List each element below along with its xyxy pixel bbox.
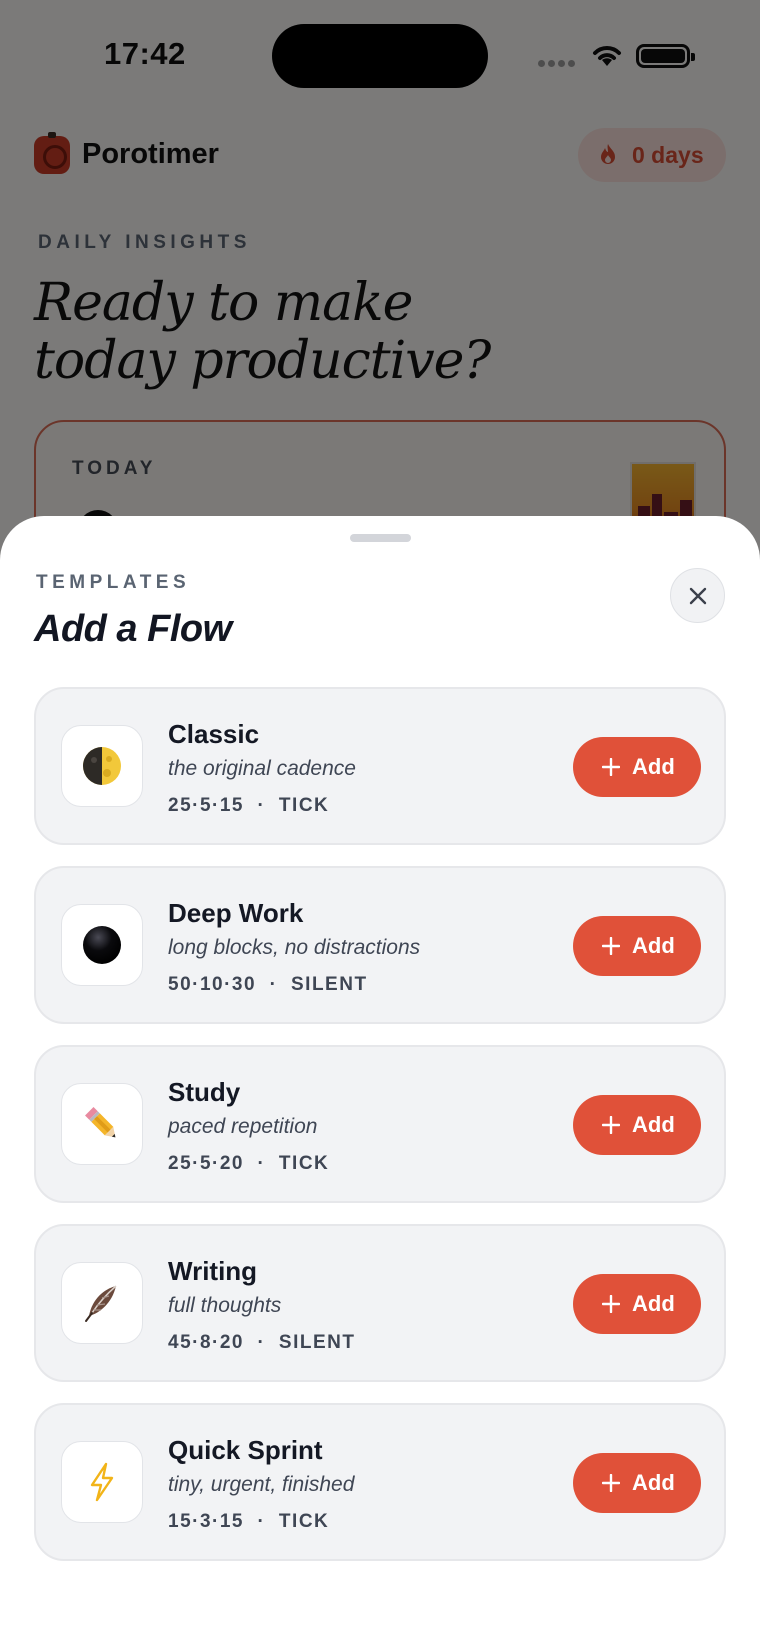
sheet-eyebrow: TEMPLATES	[36, 572, 191, 593]
template-name: Writing	[168, 1256, 258, 1286]
template-meta: 50·10·30 · SILENT	[168, 974, 368, 995]
template-card-classic[interactable]: Classic the original cadence 25·5·15 · T…	[34, 687, 726, 845]
add-button-label: Add	[632, 1470, 675, 1495]
template-description: long blocks, no distractions	[168, 936, 421, 959]
plus-icon	[602, 758, 620, 776]
add-button-label: Add	[632, 754, 675, 779]
template-description: paced repetition	[168, 1115, 318, 1138]
add-study-button[interactable]: Add	[573, 1095, 701, 1155]
add-button-label: Add	[632, 1112, 675, 1137]
lightning-icon	[90, 1462, 114, 1502]
template-icon-box	[61, 725, 143, 807]
pencil-icon	[85, 1107, 116, 1138]
add-quick-sprint-button[interactable]: Add	[573, 1453, 701, 1513]
template-icon-box	[61, 1262, 143, 1344]
close-icon	[689, 587, 707, 605]
template-meta: 45·8·20 · SILENT	[168, 1332, 356, 1353]
add-flow-sheet: TEMPLATES Add a Flow Classic the origina…	[0, 516, 760, 1651]
template-card-quick-sprint[interactable]: Quick Sprint tiny, urgent, finished 15·3…	[34, 1403, 726, 1561]
add-classic-button[interactable]: Add	[573, 737, 701, 797]
plus-icon	[602, 1295, 620, 1313]
template-description: full thoughts	[168, 1294, 282, 1317]
template-description: tiny, urgent, finished	[168, 1473, 355, 1496]
plus-icon	[602, 1474, 620, 1492]
template-name: Classic	[168, 719, 260, 749]
sheet-grabber[interactable]	[350, 534, 411, 542]
add-button-label: Add	[632, 1291, 675, 1316]
template-meta: 15·3·15 · TICK	[168, 1511, 330, 1532]
template-icon-box	[61, 1441, 143, 1523]
half-moon-icon	[83, 747, 121, 785]
plus-icon	[602, 1116, 620, 1134]
black-circle-icon	[83, 926, 121, 964]
template-icon-box	[61, 904, 143, 986]
template-card-deep-work[interactable]: Deep Work long blocks, no distractions 5…	[34, 866, 726, 1024]
template-card-study[interactable]: Study paced repetition 25·5·20 · TICK Ad…	[34, 1045, 726, 1203]
sheet-title: Add a Flow	[34, 608, 232, 650]
template-name: Study	[168, 1077, 241, 1107]
template-meta: 25·5·20 · TICK	[168, 1153, 330, 1174]
template-description: the original cadence	[168, 757, 356, 780]
template-name: Quick Sprint	[168, 1435, 323, 1465]
add-writing-button[interactable]: Add	[573, 1274, 701, 1334]
feather-icon	[85, 1285, 117, 1322]
add-button-label: Add	[632, 933, 675, 958]
plus-icon	[602, 937, 620, 955]
add-deep-work-button[interactable]: Add	[573, 916, 701, 976]
template-icon-box	[61, 1083, 143, 1165]
template-card-writing[interactable]: Writing full thoughts 45·8·20 · SILENT A…	[34, 1224, 726, 1382]
close-button[interactable]	[670, 568, 725, 623]
template-meta: 25·5·15 · TICK	[168, 795, 330, 816]
template-name: Deep Work	[168, 898, 304, 928]
